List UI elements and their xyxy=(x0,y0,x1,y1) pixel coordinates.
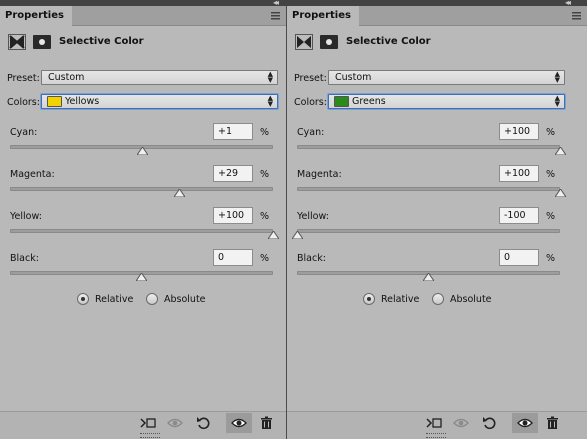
reset-icon[interactable] xyxy=(482,416,498,430)
visibility-eye-icon[interactable] xyxy=(512,413,538,433)
properties-panel-greens: Properties Selective Color Preset: Custo… xyxy=(287,6,587,439)
magenta-label: Magenta: xyxy=(297,169,342,180)
absolute-radio[interactable] xyxy=(146,293,158,305)
cyan-label: Cyan: xyxy=(10,127,38,138)
trash-icon[interactable] xyxy=(259,416,275,430)
properties-panel-yellows: Properties Selective Color Preset: Custo… xyxy=(0,6,286,439)
cyan-label: Cyan: xyxy=(297,127,325,138)
yellow-slider-thumb[interactable] xyxy=(291,231,303,239)
preset-value: Custom xyxy=(335,72,372,83)
layer-mask-icon xyxy=(33,35,51,49)
panel-tab-bar: Properties xyxy=(287,6,587,26)
relative-label: Relative xyxy=(381,294,420,305)
trash-icon[interactable] xyxy=(545,416,561,430)
black-slider-thumb[interactable] xyxy=(423,273,434,281)
yellow-value-field[interactable]: +100 xyxy=(213,207,253,224)
select-arrows-icon: ▲ ▼ xyxy=(267,70,273,84)
colors-label: Colors: xyxy=(7,97,40,108)
yellow-label: Yellow: xyxy=(10,211,42,222)
layer-mask-icon xyxy=(320,35,338,49)
yellow-slider-thumb[interactable] xyxy=(267,231,279,239)
cyan-value-field[interactable]: +100 xyxy=(499,123,539,140)
yellow-unit: % xyxy=(260,211,270,222)
adjustment-layer-icon xyxy=(295,34,313,50)
magenta-unit: % xyxy=(260,169,270,180)
preset-label: Preset: xyxy=(294,73,327,84)
panel-tab-bar: Properties xyxy=(0,6,286,26)
clip-to-layer-icon[interactable] xyxy=(140,416,156,430)
clip-to-layer-icon[interactable] xyxy=(426,416,442,430)
preset-value: Custom xyxy=(48,72,85,83)
select-arrows-icon: ▲ ▼ xyxy=(554,70,560,84)
relative-radio[interactable] xyxy=(77,293,89,305)
resize-grip[interactable] xyxy=(140,433,160,438)
adjustment-title: Selective Color xyxy=(59,36,144,47)
absolute-radio[interactable] xyxy=(432,293,444,305)
black-value-field[interactable]: 0 xyxy=(499,249,539,266)
yellow-slider-track[interactable] xyxy=(297,229,560,233)
black-unit: % xyxy=(260,253,270,264)
cyan-unit: % xyxy=(260,127,270,138)
absolute-label: Absolute xyxy=(164,294,206,305)
select-arrows-icon: ▲ ▼ xyxy=(267,94,273,108)
magenta-slider-thumb[interactable] xyxy=(174,189,186,197)
colors-value: Yellows xyxy=(65,96,100,107)
panel-footer xyxy=(0,411,286,439)
relative-label: Relative xyxy=(95,294,134,305)
resize-grip[interactable] xyxy=(426,433,446,438)
magenta-value-field[interactable]: +29 xyxy=(213,165,253,182)
absolute-label: Absolute xyxy=(450,294,492,305)
panel-menu-icon[interactable] xyxy=(571,10,582,21)
colors-label: Colors: xyxy=(294,97,327,108)
tab-properties[interactable]: Properties xyxy=(287,6,359,26)
toggle-visibility-history-icon[interactable] xyxy=(167,416,183,430)
visibility-eye-icon[interactable] xyxy=(226,413,252,433)
black-unit: % xyxy=(546,253,556,264)
colors-select[interactable]: Yellows ▲ ▼ xyxy=(41,94,278,109)
preset-select[interactable]: Custom ▲ ▼ xyxy=(328,70,565,85)
magenta-value-field[interactable]: +100 xyxy=(499,165,539,182)
magenta-slider-thumb[interactable] xyxy=(554,189,566,197)
magenta-slider-track[interactable] xyxy=(10,187,273,191)
magenta-unit: % xyxy=(546,169,556,180)
color-swatch xyxy=(47,96,62,107)
black-value-field[interactable]: 0 xyxy=(213,249,253,266)
yellow-label: Yellow: xyxy=(297,211,329,222)
yellow-value-field[interactable]: -100 xyxy=(499,207,539,224)
magenta-label: Magenta: xyxy=(10,169,55,180)
yellow-slider-track[interactable] xyxy=(10,229,273,233)
preset-label: Preset: xyxy=(7,73,40,84)
color-swatch xyxy=(334,96,349,107)
panel-footer xyxy=(287,411,587,439)
cyan-slider-thumb[interactable] xyxy=(554,147,566,155)
adjustment-layer-icon xyxy=(8,34,26,50)
black-label: Black: xyxy=(10,253,39,264)
relative-radio[interactable] xyxy=(363,293,375,305)
black-slider-thumb[interactable] xyxy=(136,273,147,281)
cyan-unit: % xyxy=(546,127,556,138)
yellow-unit: % xyxy=(546,211,556,222)
cyan-slider-track[interactable] xyxy=(297,145,560,149)
black-label: Black: xyxy=(297,253,326,264)
panel-menu-icon[interactable] xyxy=(270,10,281,21)
cyan-value-field[interactable]: +1 xyxy=(213,123,253,140)
toggle-visibility-history-icon[interactable] xyxy=(453,416,469,430)
cyan-slider-thumb[interactable] xyxy=(137,147,149,155)
colors-value: Greens xyxy=(352,96,386,107)
reset-icon[interactable] xyxy=(196,416,212,430)
colors-select[interactable]: Greens ▲ ▼ xyxy=(328,94,565,109)
preset-select[interactable]: Custom ▲ ▼ xyxy=(41,70,278,85)
magenta-slider-track[interactable] xyxy=(297,187,560,191)
adjustment-title: Selective Color xyxy=(346,36,431,47)
tab-properties[interactable]: Properties xyxy=(0,6,72,26)
select-arrows-icon: ▲ ▼ xyxy=(554,94,560,108)
